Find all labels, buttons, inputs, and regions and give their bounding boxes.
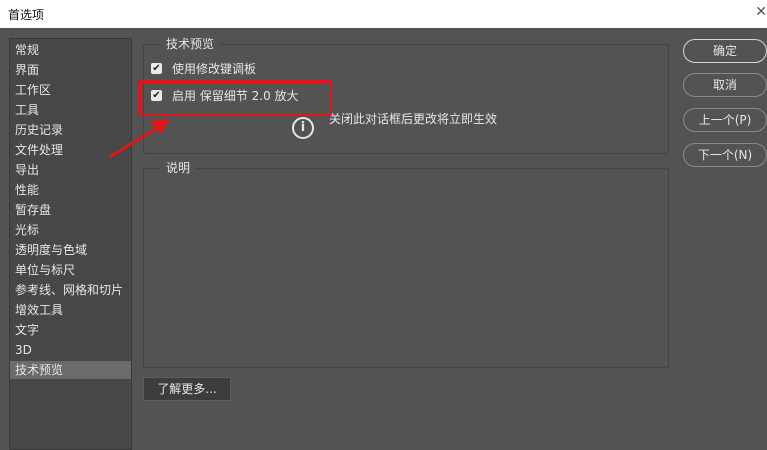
annotation-arrow	[108, 118, 170, 159]
